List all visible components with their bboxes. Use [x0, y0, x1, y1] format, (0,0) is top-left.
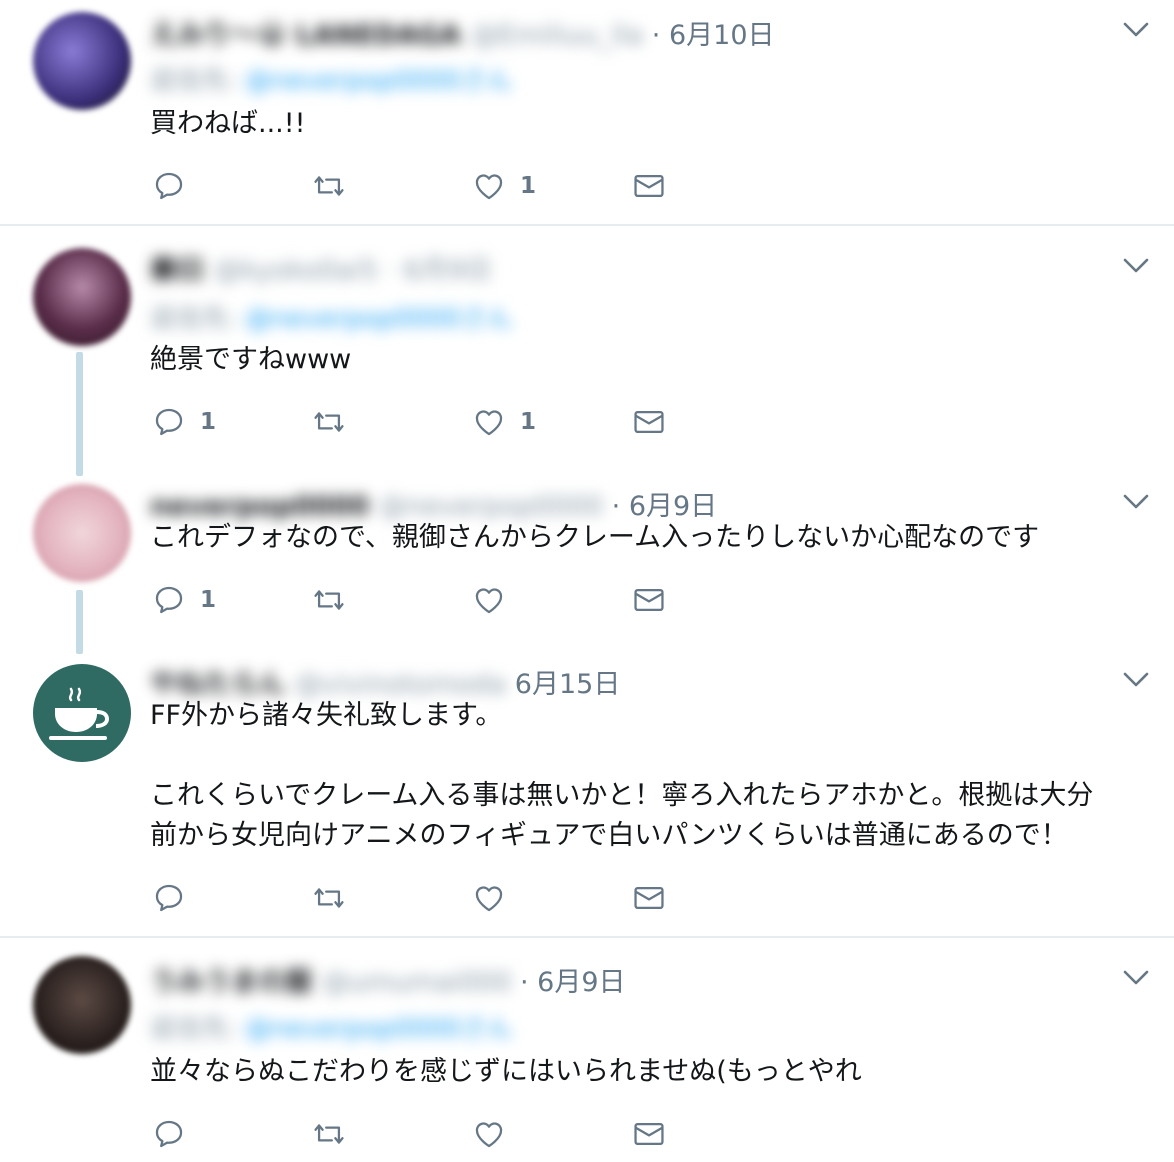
avatar[interactable] — [33, 664, 131, 762]
envelope-icon — [632, 405, 666, 439]
envelope-icon — [632, 583, 666, 617]
dm-button[interactable] — [632, 166, 666, 206]
envelope-icon — [632, 881, 666, 915]
tweet-text: これデフォなので、親御さんからクレーム入ったりしないか心配なのです — [150, 522, 1040, 553]
retweet-icon — [312, 583, 346, 617]
user-name[interactable]: えみり〜😀 LANEDAGA — [150, 13, 461, 52]
tweet[interactable]: neverpop0000 @neverpop0000 · 6月9日 これデフォなの… — [0, 476, 1174, 654]
reply-button[interactable]: 1 — [152, 580, 216, 620]
chevron-down-icon[interactable] — [1122, 968, 1150, 988]
tweet-text: FF外から諸々失礼致します。 これくらいでクレーム入る事は無いかと！寧ろ入れたら… — [150, 700, 1094, 851]
retweet-icon — [312, 169, 346, 203]
dm-button[interactable] — [632, 580, 666, 620]
tweet[interactable]: うみうまの服 @umumai000 · 6月9日 返信先: @neverpop00… — [0, 938, 1174, 1162]
chevron-down-icon[interactable] — [1122, 256, 1150, 276]
heart-icon — [472, 169, 506, 203]
reply-count: 1 — [200, 587, 217, 613]
reply-to-label: 返信先: — [150, 1014, 237, 1044]
retweet-button[interactable] — [312, 166, 360, 206]
like-count: 1 — [520, 173, 537, 199]
tweet-text: 並々ならぬこだわりを感じずにはいられませぬ(もっとやれ — [150, 1056, 862, 1087]
heart-icon — [472, 1117, 506, 1151]
avatar[interactable] — [33, 12, 131, 110]
dm-button[interactable] — [632, 1114, 666, 1154]
tweet[interactable]: 秦曰 @kyoko0ai5 · 6月9日 返信先: @neverpop0000さん… — [0, 226, 1174, 476]
reply-icon — [152, 1117, 186, 1151]
retweet-button[interactable] — [312, 878, 360, 918]
user-name[interactable]: 秦曰 — [150, 248, 204, 287]
reply-button[interactable] — [152, 878, 200, 918]
tweet-text: 絶景ですねwww — [150, 344, 352, 375]
reply-to-handle[interactable]: @neverpop0000さん — [245, 60, 513, 97]
avatar[interactable] — [33, 484, 131, 582]
dm-button[interactable] — [632, 878, 666, 918]
envelope-icon — [632, 1117, 666, 1151]
reply-icon — [152, 169, 186, 203]
user-handle[interactable]: @kyoko0ai5 · 6月9日 — [214, 248, 492, 287]
retweet-button[interactable] — [312, 402, 360, 442]
like-button[interactable] — [472, 580, 520, 620]
chevron-down-icon[interactable] — [1122, 20, 1150, 40]
retweet-icon — [312, 405, 346, 439]
tweet-date[interactable]: · 6月10日 — [652, 20, 775, 51]
reply-to-label: 返信先: — [150, 304, 237, 334]
user-handle[interactable]: @Emiliuu_lla — [471, 20, 643, 51]
reply-icon — [152, 405, 186, 439]
reply-button[interactable]: 1 — [152, 402, 216, 442]
reply-icon — [152, 881, 186, 915]
tweet-text: 買わねば...!! — [150, 108, 306, 139]
heart-icon — [472, 405, 506, 439]
chevron-down-icon[interactable] — [1122, 670, 1150, 690]
like-button[interactable] — [472, 1114, 520, 1154]
reply-to-handle[interactable]: @neverpop0000さん — [245, 1008, 513, 1045]
envelope-icon — [632, 169, 666, 203]
like-button[interactable] — [472, 878, 520, 918]
avatar[interactable] — [33, 248, 131, 346]
reply-to-label: 返信先: — [150, 66, 237, 96]
avatar[interactable] — [33, 956, 131, 1054]
tweet[interactable]: えみり〜😀 LANEDAGA @Emiliuu_lla · 6月10日 返信先: … — [0, 0, 1174, 224]
heart-icon — [472, 881, 506, 915]
like-count: 1 — [520, 409, 537, 435]
retweet-icon — [312, 1117, 346, 1151]
dm-button[interactable] — [632, 402, 666, 442]
retweet-button[interactable] — [312, 580, 360, 620]
chevron-down-icon[interactable] — [1122, 492, 1150, 512]
like-button[interactable]: 1 — [472, 166, 536, 206]
reply-count: 1 — [200, 409, 217, 435]
reply-to-handle[interactable]: @neverpop0000さん — [245, 298, 513, 335]
retweet-icon — [312, 881, 346, 915]
user-handle[interactable]: @umumai000 — [322, 967, 511, 998]
like-button[interactable]: 1 — [472, 402, 536, 442]
heart-icon — [472, 583, 506, 617]
retweet-button[interactable] — [312, 1114, 360, 1154]
reply-button[interactable] — [152, 166, 200, 206]
user-name[interactable]: うみうまの服 — [150, 960, 312, 999]
reply-icon — [152, 583, 186, 617]
tweet-date[interactable]: · 6月9日 — [520, 967, 626, 998]
tweet[interactable]: やねたらん @vivinotomoda 6月15日 FF外から諸々失礼致します。 … — [0, 654, 1174, 936]
reply-button[interactable] — [152, 1114, 200, 1154]
teacup-icon — [49, 687, 110, 740]
